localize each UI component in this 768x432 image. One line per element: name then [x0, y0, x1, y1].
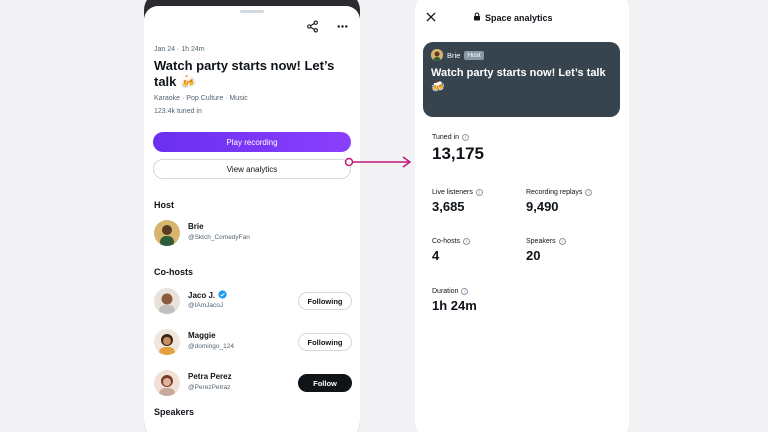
analytics-title: Space analytics — [473, 12, 553, 23]
stat-duration: Duration i 1h 24m — [432, 288, 477, 313]
sheet-grabber[interactable] — [240, 10, 264, 13]
stat-label-text: Co-hosts — [432, 238, 461, 245]
avatar — [154, 370, 180, 396]
stat-label: Speakers i — [526, 238, 566, 245]
avatar — [431, 49, 443, 61]
analytics-title-text: Space analytics — [485, 12, 553, 23]
stat-label-text: Duration — [432, 288, 459, 295]
person-name: Jaco J. — [188, 291, 216, 300]
info-icon[interactable]: i — [463, 238, 471, 245]
avatar — [154, 220, 180, 246]
info-icon[interactable]: i — [461, 134, 469, 141]
stat-label: Live listeners i — [432, 189, 483, 196]
space-tags: Karaoke · Pop Culture · Music — [154, 95, 248, 102]
person-name-wrap: Jaco J. — [188, 290, 227, 301]
avatar — [154, 288, 180, 314]
person-handle: @IAmJacoJ — [188, 302, 224, 309]
space-title: Watch party starts now! Let’s talk 🍻 — [154, 58, 335, 89]
lock-icon — [473, 12, 481, 23]
info-icon[interactable]: i — [461, 288, 469, 295]
stat-recording-replays: Recording replays i 9,490 — [526, 189, 593, 214]
stat-value: 20 — [526, 248, 541, 263]
info-icon[interactable]: i — [585, 189, 593, 196]
space-card: Brie Host Watch party starts now! Let’s … — [423, 42, 620, 117]
stat-label: Recording replays i — [526, 189, 593, 196]
person-name: Maggie — [188, 331, 216, 340]
stat-label-text: Speakers — [526, 238, 556, 245]
more-options-icon[interactable] — [334, 18, 350, 34]
person-handle: @PerezPetraz — [188, 384, 231, 391]
person-name: Brie — [188, 222, 204, 231]
stat-tuned-in: Tuned in i 13,175 — [432, 134, 484, 164]
space-analytics-phone: Space analytics Brie Host Watch party st… — [415, 0, 629, 432]
stat-label-text: Recording replays — [526, 189, 583, 196]
host-heading: Host — [154, 200, 174, 210]
stat-value: 4 — [432, 248, 440, 263]
cohosts-heading: Co-hosts — [154, 267, 193, 277]
analytics-topbar: Space analytics — [415, 6, 629, 30]
play-recording-button[interactable]: Play recording — [153, 132, 351, 152]
info-icon[interactable]: i — [558, 238, 566, 245]
sheet-actions — [304, 18, 350, 34]
speakers-heading: Speakers — [154, 407, 195, 417]
space-details-phone: Jan 24 · 1h 24m Watch party starts now! … — [144, 0, 360, 432]
list-item[interactable]: Jaco J. @IAmJacoJ Following — [154, 286, 352, 316]
stat-label-text: Tuned in — [432, 134, 459, 141]
space-details-sheet: Jan 24 · 1h 24m Watch party starts now! … — [144, 6, 360, 432]
person-handle: @Sktch_ComedyFan — [188, 234, 250, 241]
verified-icon — [218, 290, 227, 301]
list-item[interactable]: Maggie @domingo_124 Following — [154, 327, 352, 357]
info-icon[interactable]: i — [475, 189, 483, 196]
person-name: Petra Perez — [188, 372, 232, 381]
card-title: Watch party starts now! Let’s talk 🍻 — [431, 67, 606, 93]
stat-live-listeners: Live listeners i 3,685 — [432, 189, 483, 214]
stat-value: 13,175 — [432, 144, 484, 163]
connector-arrow — [344, 156, 412, 168]
stat-label: Duration i — [432, 288, 477, 295]
stat-value: 9,490 — [526, 199, 559, 214]
stat-value: 3,685 — [432, 199, 465, 214]
stat-label: Tuned in i — [432, 134, 484, 141]
following-button[interactable]: Following — [298, 333, 352, 351]
card-host: Brie Host — [431, 49, 484, 61]
host-row[interactable]: Brie @Sktch_ComedyFan — [154, 218, 352, 248]
host-badge: Host — [464, 50, 484, 60]
view-analytics-button[interactable]: View analytics — [153, 159, 351, 179]
space-tuned-in: 123.4k tuned in — [154, 108, 202, 115]
follow-button[interactable]: Follow — [298, 374, 352, 392]
close-icon[interactable] — [424, 10, 438, 24]
stat-value: 1h 24m — [432, 298, 477, 313]
space-meta: Jan 24 · 1h 24m — [154, 46, 205, 53]
stat-label-text: Live listeners — [432, 189, 473, 196]
card-host-name: Brie — [447, 50, 461, 60]
share-icon[interactable] — [304, 18, 320, 34]
stat-label: Co-hosts i — [432, 238, 471, 245]
stat-cohosts: Co-hosts i 4 — [432, 238, 471, 263]
person-handle: @domingo_124 — [188, 343, 234, 350]
list-item[interactable]: Petra Perez @PerezPetraz Follow — [154, 368, 352, 398]
stat-speakers: Speakers i 20 — [526, 238, 566, 263]
following-button[interactable]: Following — [298, 292, 352, 310]
avatar — [154, 329, 180, 355]
